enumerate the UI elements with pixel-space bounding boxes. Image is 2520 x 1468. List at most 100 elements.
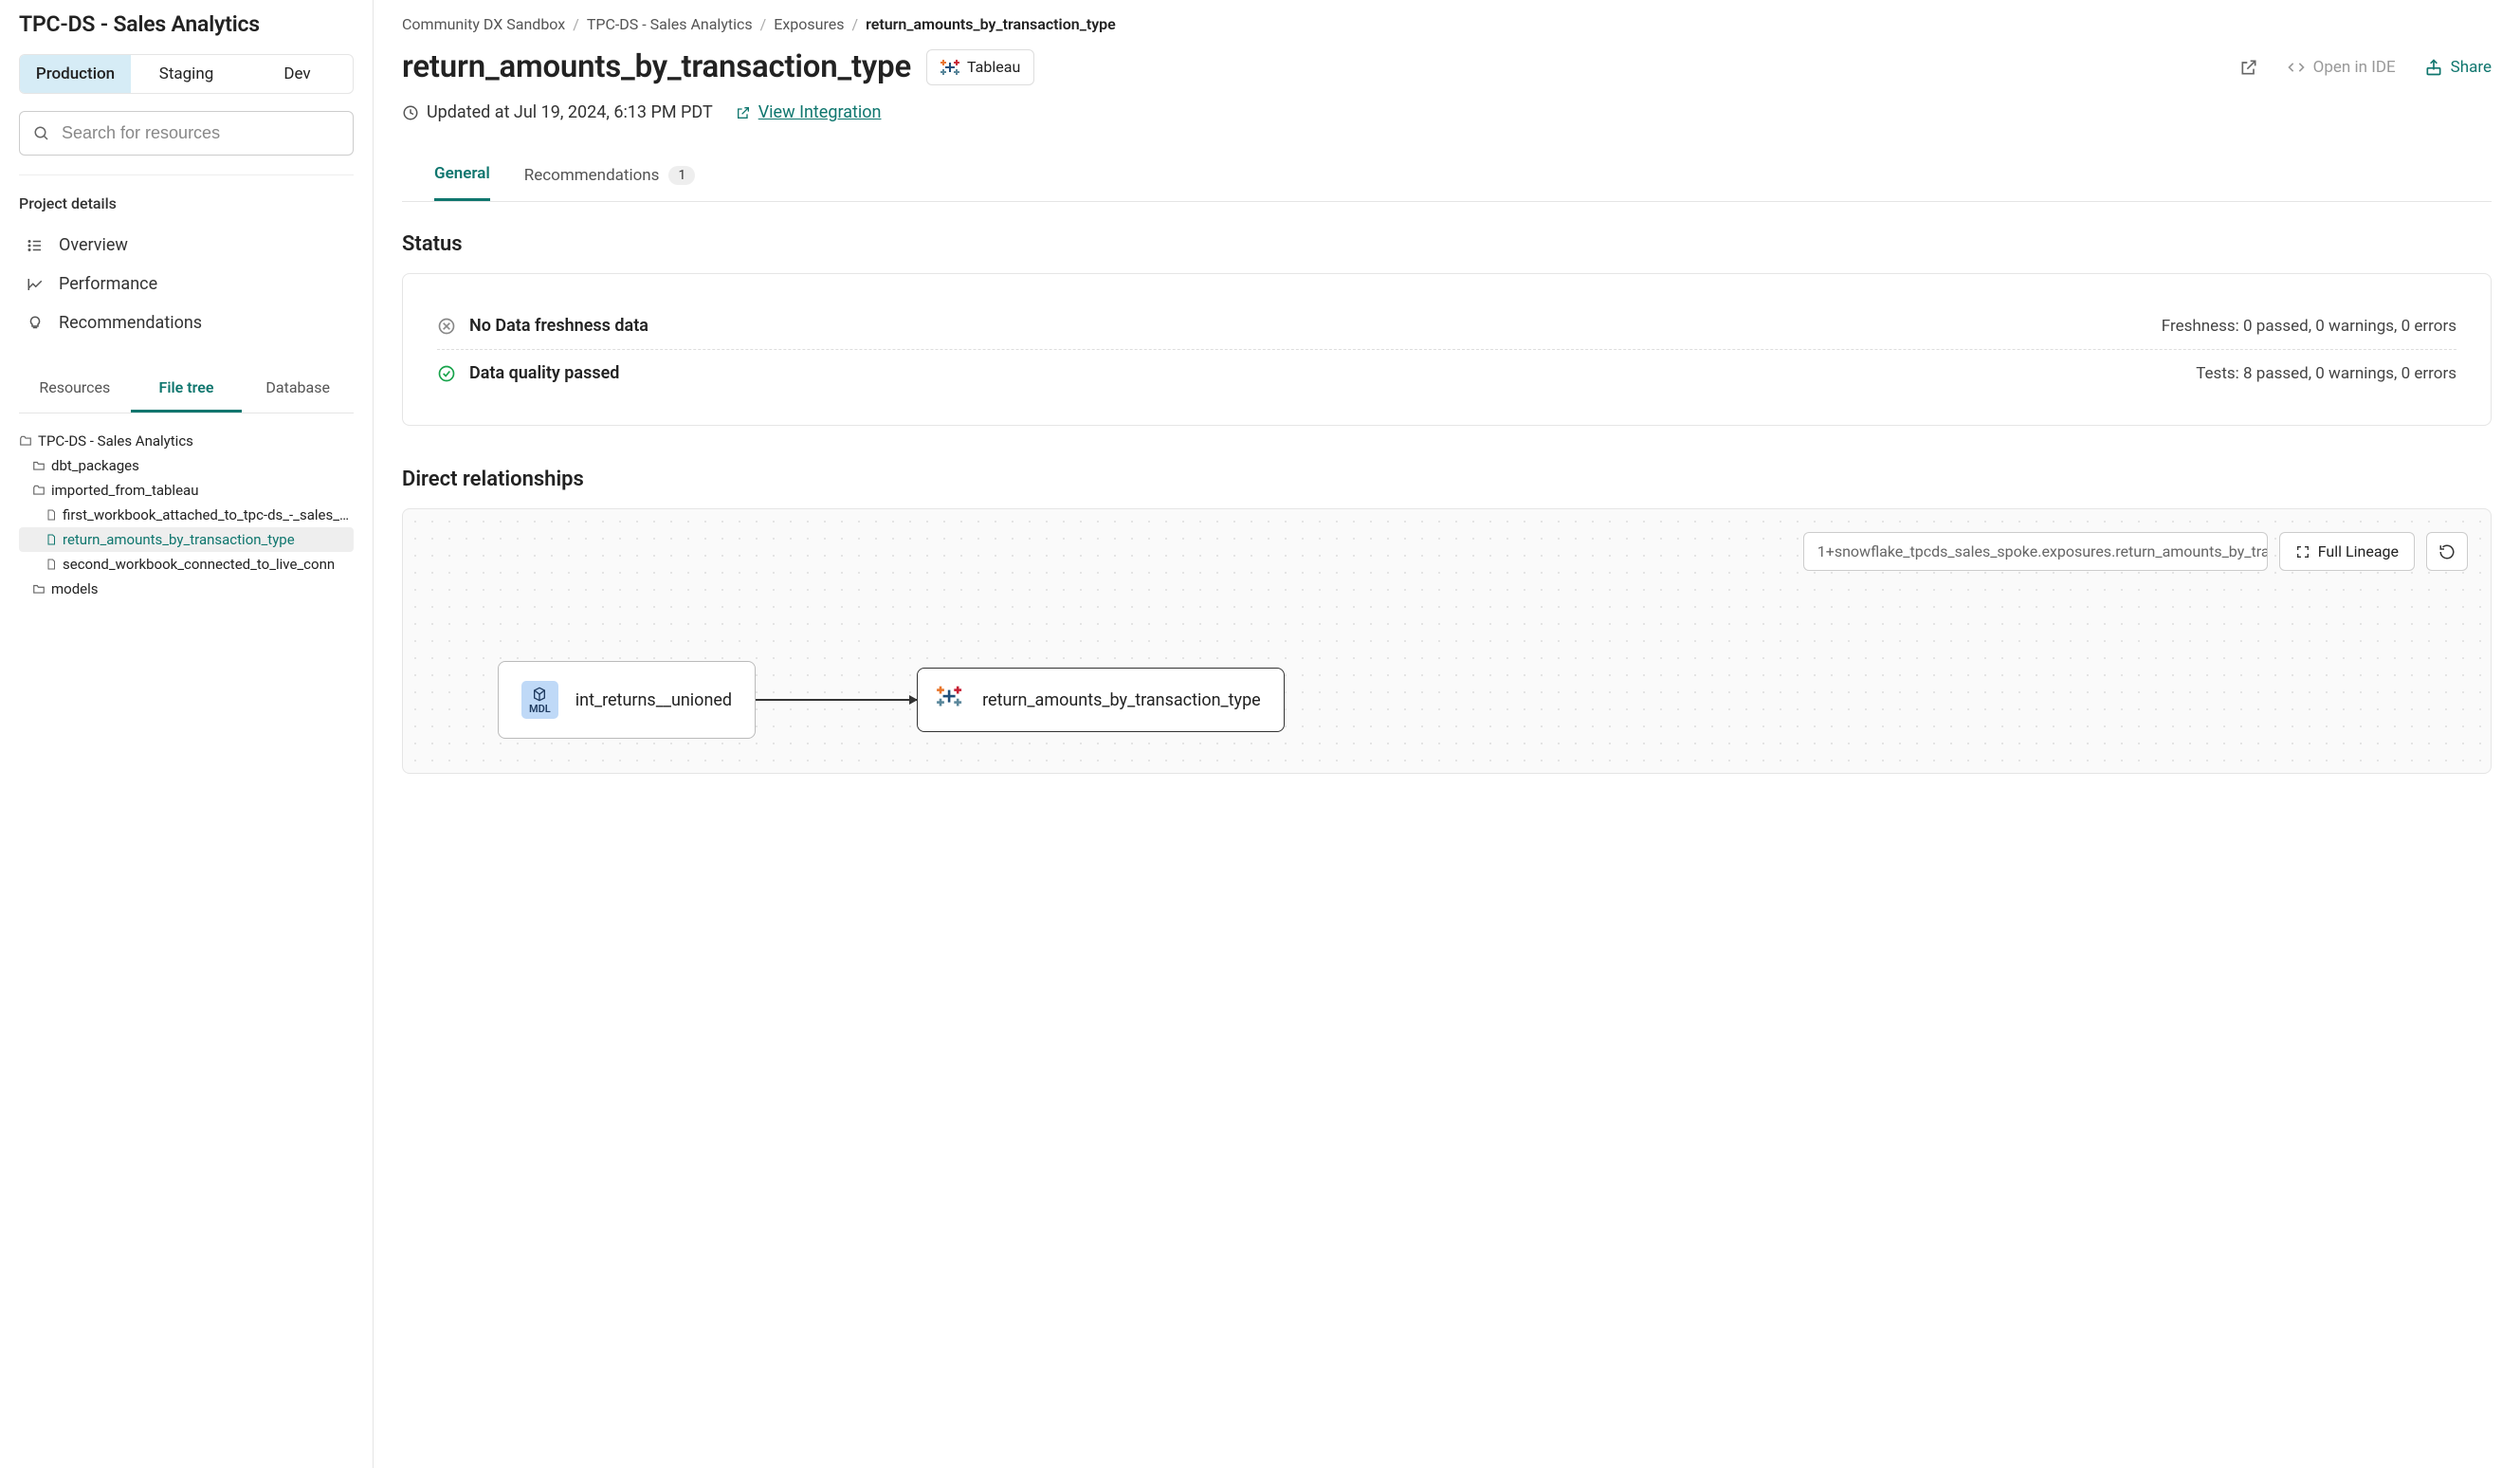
node-badge-label: MDL <box>529 703 551 715</box>
search-box[interactable] <box>19 111 354 156</box>
open-in-ide-button[interactable]: Open in IDE <box>2287 58 2396 77</box>
clock-icon <box>402 104 419 121</box>
env-tab-dev[interactable]: Dev <box>242 55 353 93</box>
node-label: int_returns__unioned <box>575 690 732 710</box>
search-input[interactable] <box>62 123 339 143</box>
expand-icon <box>2295 544 2310 560</box>
external-link-icon[interactable] <box>2239 58 2258 77</box>
status-row-meta: Tests: 8 passed, 0 warnings, 0 errors <box>2196 364 2456 383</box>
lineage-node-target[interactable]: return_amounts_by_transaction_type <box>917 668 1285 732</box>
status-row-freshness: No Data freshness data Freshness: 0 pass… <box>437 303 2456 349</box>
view-integration-link[interactable]: View Integration <box>736 102 882 122</box>
tree-label: imported_from_tableau <box>51 482 198 499</box>
env-tabs: Production Staging Dev <box>19 54 354 94</box>
tab-general[interactable]: General <box>434 153 490 201</box>
status-heading: Status <box>402 232 2492 256</box>
tableau-icon <box>937 684 969 716</box>
tree-label: first_workbook_attached_to_tpc-ds_-_sale… <box>63 506 354 523</box>
breadcrumb-item[interactable]: TPC-DS - Sales Analytics <box>587 15 753 33</box>
status-row-title: No Data freshness data <box>469 316 648 336</box>
divider <box>19 174 354 175</box>
view-integration-label: View Integration <box>758 102 882 122</box>
breadcrumb-item[interactable]: Exposures <box>774 15 844 33</box>
lineage-card: 1+snowflake_tpcds_sales_spoke.exposures.… <box>402 508 2492 774</box>
breadcrumb-current: return_amounts_by_transaction_type <box>866 15 1116 33</box>
folder-open-icon <box>32 484 46 497</box>
refresh-button[interactable] <box>2426 532 2468 571</box>
folder-open-icon <box>19 434 32 448</box>
status-row-quality: Data quality passed Tests: 8 passed, 0 w… <box>437 349 2456 396</box>
nav-item-recommendations[interactable]: Recommendations <box>19 303 354 342</box>
updated-at: Updated at Jul 19, 2024, 6:13 PM PDT <box>402 102 713 122</box>
nav-item-overview[interactable]: Overview <box>19 226 354 265</box>
tree-root[interactable]: TPC-DS - Sales Analytics <box>19 429 354 453</box>
cube-icon <box>531 687 548 702</box>
meta-row: Updated at Jul 19, 2024, 6:13 PM PDT Vie… <box>402 102 2492 122</box>
external-link-icon <box>736 105 751 120</box>
env-tab-staging[interactable]: Staging <box>131 55 242 93</box>
breadcrumb-sep: / <box>852 15 859 33</box>
node-badge-mdl: MDL <box>521 681 558 719</box>
lineage-nodes: MDL int_returns__unioned return_amounts_… <box>498 661 1285 739</box>
tree-label: second_workbook_connected_to_live_conn <box>63 556 335 573</box>
full-lineage-label: Full Lineage <box>2318 542 2399 560</box>
refresh-icon <box>2438 543 2456 560</box>
lineage-query-input[interactable]: 1+snowflake_tpcds_sales_spoke.exposures.… <box>1803 532 2268 571</box>
main-panel: Community DX Sandbox / TPC-DS - Sales An… <box>374 0 2520 1468</box>
tableau-icon <box>940 58 959 77</box>
full-lineage-button[interactable]: Full Lineage <box>2279 532 2415 571</box>
sidebar: TPC-DS - Sales Analytics Production Stag… <box>0 0 374 1468</box>
sub-tab-resources[interactable]: Resources <box>19 367 131 413</box>
file-icon <box>46 559 57 570</box>
project-title: TPC-DS - Sales Analytics <box>19 11 354 37</box>
title-row: return_amounts_by_transaction_type Table… <box>402 48 2492 85</box>
nav-item-label: Overview <box>59 235 128 255</box>
sub-tab-file-tree[interactable]: File tree <box>131 367 243 413</box>
tree-folder-dbt-packages[interactable]: dbt_packages <box>19 453 354 478</box>
tree-file-selected[interactable]: return_amounts_by_transaction_type <box>19 527 354 552</box>
env-tab-production[interactable]: Production <box>20 55 131 93</box>
share-button[interactable]: Share <box>2424 58 2492 77</box>
file-icon <box>46 509 57 521</box>
status-card: No Data freshness data Freshness: 0 pass… <box>402 273 2492 426</box>
sub-tab-database[interactable]: Database <box>242 367 354 413</box>
breadcrumb-sep: / <box>573 15 579 33</box>
circle-slash-icon <box>437 317 456 336</box>
tree-folder-imported[interactable]: imported_from_tableau <box>19 478 354 503</box>
tab-label: Recommendations <box>524 166 660 185</box>
share-label: Share <box>2451 58 2492 77</box>
check-circle-icon <box>437 364 456 383</box>
page-title: return_amounts_by_transaction_type <box>402 48 911 85</box>
title-actions: Open in IDE Share <box>2239 58 2492 77</box>
tree-label: models <box>51 580 99 597</box>
nav-list: Overview Performance Recommendations <box>19 226 354 342</box>
lightbulb-icon <box>27 315 44 332</box>
file-tree: TPC-DS - Sales Analytics dbt_packages im… <box>19 429 354 601</box>
tree-label: dbt_packages <box>51 457 139 474</box>
node-label: return_amounts_by_transaction_type <box>982 690 1261 710</box>
tab-recommendations[interactable]: Recommendations 1 <box>524 153 696 201</box>
nav-item-performance[interactable]: Performance <box>19 265 354 303</box>
relationships-heading: Direct relationships <box>402 468 2492 491</box>
tree-file[interactable]: first_workbook_attached_to_tpc-ds_-_sale… <box>19 503 354 527</box>
lineage-toolbar: 1+snowflake_tpcds_sales_spoke.exposures.… <box>1803 532 2468 571</box>
folder-icon <box>32 459 46 472</box>
lineage-node-source[interactable]: MDL int_returns__unioned <box>498 661 756 739</box>
status-row-meta: Freshness: 0 passed, 0 warnings, 0 error… <box>2162 317 2456 336</box>
nav-item-label: Performance <box>59 274 157 294</box>
breadcrumb-item[interactable]: Community DX Sandbox <box>402 15 565 33</box>
breadcrumb: Community DX Sandbox / TPC-DS - Sales An… <box>402 15 2492 33</box>
chip-label: Tableau <box>967 58 1020 76</box>
lineage-arrow <box>756 699 917 701</box>
content-tabs: General Recommendations 1 <box>402 153 2492 202</box>
search-icon <box>33 125 50 142</box>
tableau-chip[interactable]: Tableau <box>926 49 1034 85</box>
folder-icon <box>32 582 46 596</box>
file-icon <box>46 534 57 545</box>
status-row-title: Data quality passed <box>469 363 619 383</box>
list-icon <box>27 237 44 254</box>
tree-file[interactable]: second_workbook_connected_to_live_conn <box>19 552 354 577</box>
breadcrumb-sep: / <box>760 15 767 33</box>
chart-line-icon <box>27 276 44 293</box>
tree-folder-models[interactable]: models <box>19 577 354 601</box>
